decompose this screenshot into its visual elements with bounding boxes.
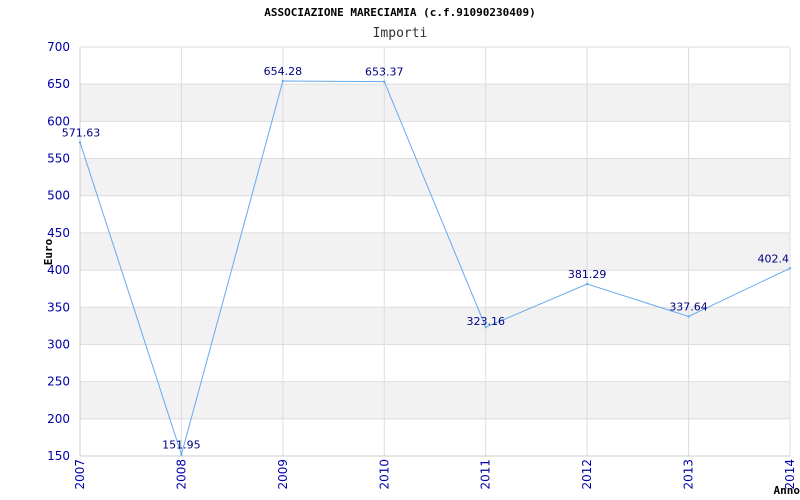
y-axis-label: Euro	[42, 238, 55, 265]
data-point	[788, 267, 792, 270]
data-label: 402.4	[758, 252, 790, 265]
chart-subtitle: Importi	[373, 26, 428, 41]
y-tick-label: 700	[47, 40, 70, 54]
data-label: 381.29	[568, 268, 607, 281]
x-axis-label: Anno	[774, 484, 800, 497]
data-point	[687, 315, 690, 318]
data-label: 151.95	[162, 439, 201, 452]
x-tick-labels: 2007 2008 2009 2010 2011 2012 2013 2014	[73, 459, 797, 490]
grid-band	[80, 158, 790, 196]
y-tick-label: 150	[47, 449, 70, 463]
data-label: 571.63	[62, 126, 101, 139]
y-tick-label: 200	[47, 412, 70, 426]
line-chart: 150200250300350400450500550600650700 200…	[42, 6, 800, 497]
grid-band	[80, 84, 790, 122]
x-tick-label: 2010	[377, 459, 391, 490]
grid-bands	[80, 84, 790, 419]
data-point	[383, 80, 386, 83]
y-tick-label: 250	[47, 375, 70, 389]
y-tick-label: 300	[47, 337, 70, 351]
y-tick-label: 350	[47, 300, 70, 314]
grid-band	[80, 381, 790, 419]
data-label: 337.64	[669, 300, 708, 313]
x-tick-label: 2008	[174, 459, 188, 490]
x-tick-label: 2013	[682, 459, 696, 490]
x-tick-label: 2011	[479, 459, 493, 490]
chart-title: ASSOCIAZIONE MARECIAMIA (c.f.91090230409…	[264, 6, 536, 19]
y-tick-label: 500	[47, 189, 70, 203]
data-label: 654.28	[264, 65, 303, 78]
data-label: 323.16	[466, 315, 505, 328]
x-tick-label: 2009	[276, 459, 290, 490]
data-point	[180, 453, 183, 456]
y-tick-label: 550	[47, 152, 70, 166]
y-tick-label: 450	[47, 226, 70, 240]
x-tick-label: 2012	[580, 459, 594, 490]
grid-band	[80, 232, 790, 271]
data-label: 653.37	[365, 66, 404, 79]
data-point	[78, 141, 82, 144]
y-tick-label: 650	[47, 77, 70, 91]
data-point	[585, 282, 589, 286]
data-point	[281, 79, 285, 83]
x-tick-label: 2007	[73, 459, 87, 490]
